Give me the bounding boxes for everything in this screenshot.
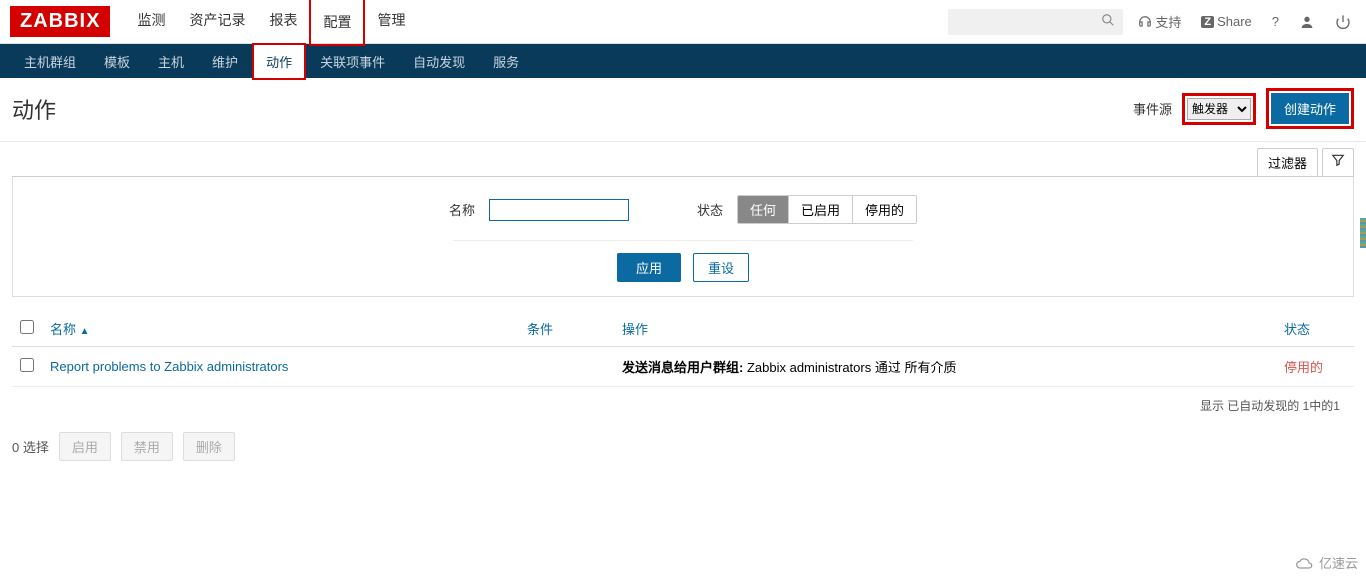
filter-panel: 名称 状态 任何 已启用 停用的 应用 重设 xyxy=(12,176,1354,297)
filter-row: 名称 状态 任何 已启用 停用的 xyxy=(13,195,1353,224)
search-icon xyxy=(1101,13,1115,30)
filter-status-group: 任何 已启用 停用的 xyxy=(737,195,917,224)
actions-table: 名称 ▲ 条件 操作 状态 Report problems to Zabbix … xyxy=(12,311,1354,387)
col-name[interactable]: 名称 ▲ xyxy=(42,311,519,347)
watermark: 亿速云 xyxy=(1295,553,1358,572)
table-header-row: 名称 ▲ 条件 操作 状态 xyxy=(12,311,1354,347)
user-icon[interactable] xyxy=(1294,14,1320,30)
topnav-monitoring[interactable]: 监测 xyxy=(125,0,177,46)
logo[interactable]: ZABBIX xyxy=(10,6,110,37)
event-source-select-highlight: 触发器 xyxy=(1182,93,1256,125)
scroll-indicator xyxy=(1360,218,1366,248)
search-box[interactable] xyxy=(948,9,1123,35)
col-status: 状态 xyxy=(1284,311,1354,347)
select-all-checkbox[interactable] xyxy=(20,320,34,334)
subnav-templates[interactable]: 模板 xyxy=(90,43,144,80)
sort-asc-icon: ▲ xyxy=(80,326,90,337)
filter-actions: 应用 重设 xyxy=(453,240,913,282)
row-conditions xyxy=(519,347,614,387)
action-name-link[interactable]: Report problems to Zabbix administrators xyxy=(50,359,288,374)
headset-icon xyxy=(1138,15,1152,29)
support-link[interactable]: 支持 xyxy=(1133,12,1186,31)
col-conditions: 条件 xyxy=(519,311,614,347)
subnav: 主机群组 模板 主机 维护 动作 关联项事件 自动发现 服务 xyxy=(0,44,1366,78)
filter-tab[interactable]: 过滤器 xyxy=(1257,148,1318,176)
filter-icon-tab[interactable] xyxy=(1322,148,1354,176)
filter-reset-button[interactable]: 重设 xyxy=(693,253,749,282)
subnav-maintenance[interactable]: 维护 xyxy=(198,43,252,80)
event-source-label: 事件源 xyxy=(1133,99,1172,118)
topnav: 监测 资产记录 报表 配置 管理 xyxy=(125,0,417,46)
topbar: ZABBIX 监测 资产记录 报表 配置 管理 支持 Z Share ? xyxy=(0,0,1366,44)
filter-apply-button[interactable]: 应用 xyxy=(617,253,681,282)
create-action-highlight: 创建动作 xyxy=(1266,88,1354,129)
cloud-icon xyxy=(1295,556,1315,570)
topnav-administration[interactable]: 管理 xyxy=(365,0,417,46)
page-header-right: 事件源 触发器 创建动作 xyxy=(1133,88,1354,129)
actions-table-wrap: 名称 ▲ 条件 操作 状态 Report problems to Zabbix … xyxy=(12,311,1354,424)
subnav-correlation[interactable]: 关联项事件 xyxy=(306,43,399,80)
bottom-actions: 0 选择 启用 禁用 删除 xyxy=(0,424,1366,469)
create-action-button[interactable]: 创建动作 xyxy=(1271,93,1349,124)
topnav-configuration[interactable]: 配置 xyxy=(309,0,365,46)
topbar-right: 支持 Z Share ? xyxy=(948,9,1356,35)
share-link[interactable]: Z Share xyxy=(1196,14,1256,29)
filter-status-label: 状态 xyxy=(697,200,723,219)
event-source-select[interactable]: 触发器 xyxy=(1187,98,1251,120)
z-icon: Z xyxy=(1201,16,1214,28)
topnav-reports[interactable]: 报表 xyxy=(257,0,309,46)
power-icon[interactable] xyxy=(1330,14,1356,30)
filter-status-disabled[interactable]: 停用的 xyxy=(853,196,916,223)
row-operations: 发送消息给用户群组: Zabbix administrators 通过 所有介质 xyxy=(614,347,1284,387)
funnel-icon xyxy=(1331,153,1345,167)
row-checkbox[interactable] xyxy=(20,358,34,372)
topnav-inventory[interactable]: 资产记录 xyxy=(177,0,257,46)
filter-status-any[interactable]: 任何 xyxy=(738,196,789,223)
subnav-discovery[interactable]: 自动发现 xyxy=(399,43,479,80)
row-status-link[interactable]: 停用的 xyxy=(1284,360,1323,375)
table-row: Report problems to Zabbix administrators… xyxy=(12,347,1354,387)
help-link[interactable]: ? xyxy=(1267,14,1284,29)
page-header: 动作 事件源 触发器 创建动作 xyxy=(0,78,1366,137)
col-operations: 操作 xyxy=(614,311,1284,347)
disable-button[interactable]: 禁用 xyxy=(121,432,173,461)
selected-count: 0 选择 xyxy=(12,437,49,456)
subnav-hosts[interactable]: 主机 xyxy=(144,43,198,80)
enable-button[interactable]: 启用 xyxy=(59,432,111,461)
filter-name-label: 名称 xyxy=(449,200,475,219)
subnav-hostgroups[interactable]: 主机群组 xyxy=(10,43,90,80)
filter-name-input[interactable] xyxy=(489,199,629,221)
table-footer-info: 显示 已自动发现的 1中的1 xyxy=(12,387,1354,424)
subnav-services[interactable]: 服务 xyxy=(479,43,533,80)
filter-status-enabled[interactable]: 已启用 xyxy=(789,196,853,223)
subnav-actions[interactable]: 动作 xyxy=(252,43,306,80)
page-title: 动作 xyxy=(12,93,56,125)
delete-button[interactable]: 删除 xyxy=(183,432,235,461)
filter-bar: 过滤器 xyxy=(0,141,1366,176)
